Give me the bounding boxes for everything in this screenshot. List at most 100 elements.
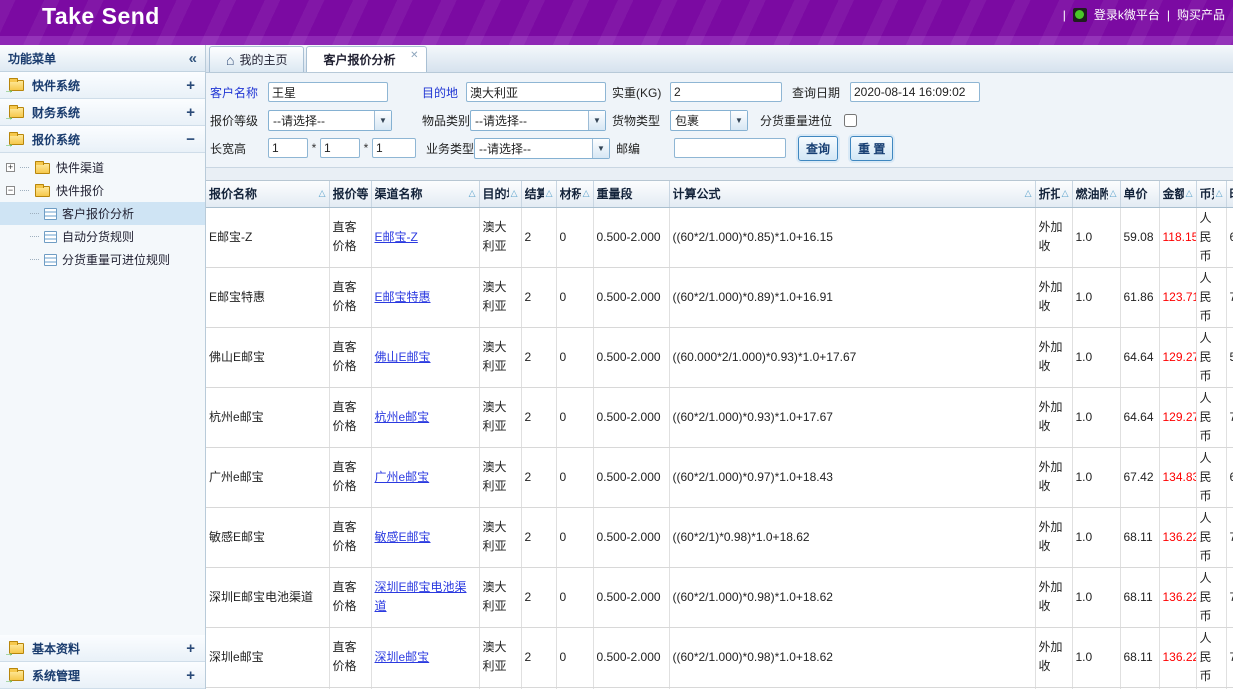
column-header-name[interactable]: 报价名称△ (206, 181, 329, 207)
chevron-down-icon[interactable]: ▼ (730, 111, 747, 130)
column-header-fuel[interactable]: 燃油附加△ (1072, 181, 1120, 207)
item-category-select[interactable]: --请选择-- ▼ (470, 110, 606, 131)
column-header-range[interactable]: 重量段 (593, 181, 669, 207)
expand-icon[interactable]: + (186, 640, 195, 657)
sidebar-group-basic-data[interactable]: → 基本资料 + (0, 635, 205, 662)
cell-formula: ((60.000*2/1.000)*0.93)*1.0+17.67 (669, 327, 1035, 387)
tree-folder-express-channel[interactable]: + 快件渠道 (0, 156, 205, 179)
width-input[interactable] (320, 138, 360, 158)
collapse-icon[interactable]: − (186, 131, 195, 148)
customer-name-input[interactable] (268, 82, 388, 102)
query-date-input[interactable] (850, 82, 980, 102)
chevron-down-icon[interactable]: ▼ (374, 111, 391, 130)
sort-icon[interactable]: △ (467, 188, 476, 199)
destination-input[interactable] (466, 82, 606, 102)
column-header-amount[interactable]: 金额△ (1159, 181, 1196, 207)
cell-volume: 0 (556, 207, 593, 267)
folder-open-icon (34, 184, 51, 198)
quote-level-select[interactable]: --请选择-- ▼ (268, 110, 392, 131)
tree-leaf-auto-sorting-rules[interactable]: 自动分货规则 (0, 225, 205, 248)
tree-expand-icon[interactable]: + (6, 163, 15, 172)
column-header-extra[interactable]: 时 (1226, 181, 1233, 207)
sort-icon[interactable]: △ (1060, 188, 1069, 199)
sort-icon[interactable]: △ (581, 188, 590, 199)
length-input[interactable] (268, 138, 308, 158)
carry-rule-checkbox[interactable] (844, 114, 857, 127)
buy-product-link[interactable]: 购买产品 (1177, 6, 1225, 23)
cargo-type-select[interactable]: 包裹 ▼ (670, 110, 748, 131)
cell-formula: ((60*2/1.000)*0.97)*1.0+18.43 (669, 447, 1035, 507)
channel-link[interactable]: 敏感E邮宝 (375, 530, 431, 544)
sort-icon[interactable]: △ (1108, 188, 1117, 199)
channel-link[interactable]: 杭州e邮宝 (375, 410, 430, 424)
reset-button[interactable]: 重 置 (850, 136, 893, 161)
cell-fuel: 1.0 (1072, 387, 1120, 447)
expand-icon[interactable]: + (186, 77, 195, 94)
column-header-unit_price[interactable]: 单价 (1120, 181, 1159, 207)
tab-my-homepage[interactable]: ⌂ 我的主页 (209, 46, 304, 72)
sort-icon[interactable]: △ (1023, 188, 1032, 199)
channel-link[interactable]: 广州e邮宝 (375, 470, 430, 484)
cell-channel[interactable]: E邮宝特惠 (371, 267, 479, 327)
column-header-discount[interactable]: 折扣△ (1035, 181, 1072, 207)
tree-collapse-icon[interactable]: − (6, 186, 15, 195)
cell-extra: 7 (1226, 267, 1233, 327)
channel-link[interactable]: E邮宝-Z (375, 230, 418, 244)
query-button[interactable]: 查询 (798, 136, 838, 161)
cell-channel[interactable]: 深圳E邮宝电池渠道 (371, 567, 479, 627)
column-header-level[interactable]: 报价等 (329, 181, 371, 207)
postcode-input[interactable] (674, 138, 786, 158)
sidebar-group-express[interactable]: → 快件系统 + (0, 72, 205, 99)
cell-range: 0.500-2.000 (593, 207, 669, 267)
sidebar-group-system-mgmt[interactable]: → 系统管理 + (0, 662, 205, 689)
channel-link[interactable]: E邮宝特惠 (375, 290, 431, 304)
cell-channel[interactable]: 杭州e邮宝 (371, 387, 479, 447)
tree-folder-express-quote[interactable]: − 快件报价 (0, 179, 205, 202)
tree-leaf-customer-quote-analysis[interactable]: 客户报价分析 (0, 202, 205, 225)
cell-currency: 人民币 (1196, 207, 1226, 267)
tab-customer-quote-analysis[interactable]: 客户报价分析 ✕ (306, 46, 426, 72)
cell-channel[interactable]: 敏感E邮宝 (371, 507, 479, 567)
column-header-channel[interactable]: 渠道名称△ (371, 181, 479, 207)
cell-channel[interactable]: 深圳e邮宝 (371, 627, 479, 687)
actual-weight-input[interactable] (670, 82, 782, 102)
channel-link[interactable]: 深圳E邮宝电池渠道 (375, 580, 467, 613)
table-row: 杭州e邮宝直客价格杭州e邮宝澳大利亚200.500-2.000((60*2/1.… (206, 387, 1233, 447)
column-header-currency[interactable]: 币别△ (1196, 181, 1226, 207)
column-header-volume[interactable]: 材积△ (556, 181, 593, 207)
sort-icon[interactable]: △ (544, 188, 553, 199)
sort-icon[interactable]: △ (509, 188, 518, 199)
cell-settle: 2 (521, 207, 556, 267)
column-header-dest[interactable]: 目的地△ (479, 181, 521, 207)
expand-icon[interactable]: + (186, 667, 195, 684)
cell-channel[interactable]: E邮宝-Z (371, 207, 479, 267)
grid-icon (44, 208, 57, 220)
column-label: 币别 (1200, 185, 1214, 202)
column-header-settle[interactable]: 结算△ (521, 181, 556, 207)
height-input[interactable] (372, 138, 416, 158)
chevron-down-icon[interactable]: ▼ (588, 111, 605, 130)
cell-channel[interactable]: 佛山E邮宝 (371, 327, 479, 387)
tree-leaf-weight-carry-rules[interactable]: 分货重量可进位规则 (0, 248, 205, 271)
expand-icon[interactable]: + (186, 104, 195, 121)
sort-icon[interactable]: △ (317, 188, 326, 199)
cell-unit_price: 68.11 (1120, 567, 1159, 627)
business-type-select[interactable]: --请选择-- ▼ (474, 138, 610, 159)
sort-icon[interactable]: △ (1214, 188, 1223, 199)
app-header: Take Send | 登录k微平台 | 购买产品 (0, 0, 1233, 45)
sidebar-group-quotation[interactable]: → 报价系统 − (0, 126, 205, 153)
cell-name: 深圳e邮宝 (206, 627, 329, 687)
cell-range: 0.500-2.000 (593, 387, 669, 447)
chevron-down-icon[interactable]: ▼ (592, 139, 609, 158)
column-header-formula[interactable]: 计算公式△ (669, 181, 1035, 207)
collapse-sidebar-icon[interactable]: « (189, 50, 197, 67)
channel-link[interactable]: 佛山E邮宝 (375, 350, 431, 364)
cell-fuel: 1.0 (1072, 447, 1120, 507)
cell-channel[interactable]: 广州e邮宝 (371, 447, 479, 507)
close-tab-icon[interactable]: ✕ (410, 50, 418, 61)
sort-icon[interactable]: △ (1184, 188, 1193, 199)
table-row: 深圳E邮宝电池渠道直客价格深圳E邮宝电池渠道澳大利亚200.500-2.000(… (206, 567, 1233, 627)
login-kwei-link[interactable]: 登录k微平台 (1094, 6, 1160, 23)
sidebar-group-finance[interactable]: → 财务系统 + (0, 99, 205, 126)
channel-link[interactable]: 深圳e邮宝 (375, 650, 430, 664)
